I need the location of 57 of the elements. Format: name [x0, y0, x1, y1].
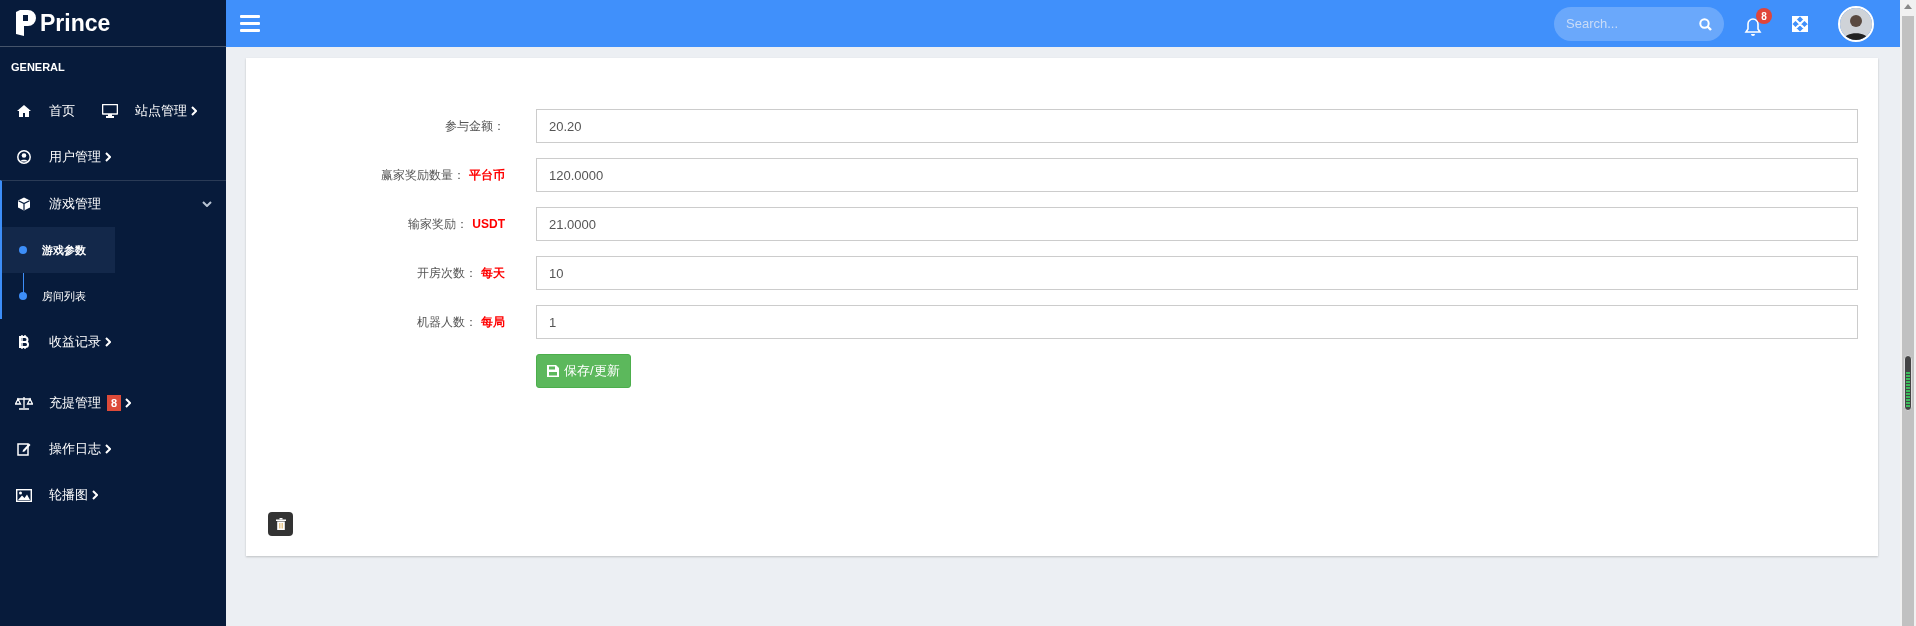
input-field[interactable]: 1 [536, 305, 1858, 339]
chevron-right-icon [105, 152, 111, 162]
chevron-right-icon [125, 398, 132, 408]
menu-icon [240, 15, 260, 32]
field-label: 机器人数： 每局 [417, 313, 505, 331]
chevron-right-icon [105, 444, 111, 454]
field-label: 参与金额： [445, 117, 505, 135]
bullet-icon [19, 246, 27, 254]
cube-icon [17, 197, 31, 211]
field-label: 输家奖励： USDT [408, 215, 505, 233]
input-field[interactable]: 120.0000 [536, 158, 1858, 192]
trash-icon [275, 518, 286, 530]
bell-icon [1744, 18, 1762, 37]
bullet-icon [19, 292, 27, 300]
sidebar-item[interactable]: 轮播图 [15, 486, 102, 504]
expand-icon [1792, 15, 1808, 32]
search-field[interactable]: Search... [1554, 6, 1724, 41]
monitor-icon [102, 104, 118, 118]
input-field[interactable]: 10 [536, 256, 1858, 290]
user-circle-icon [17, 150, 31, 164]
edit-icon [17, 442, 31, 456]
input-field[interactable]: 21.0000 [536, 207, 1858, 241]
image-icon [16, 488, 32, 502]
sidebar-item[interactable]: 游戏管理 [15, 195, 226, 213]
fullscreen-button[interactable] [1792, 15, 1808, 32]
scale-icon [15, 396, 33, 410]
sidebar-item[interactable]: 充提管理 8 [15, 394, 136, 412]
field-label: 开房次数： 每天 [417, 264, 505, 282]
field-label: 赢家奖励数量： 平台币 [381, 166, 505, 184]
logo-icon [16, 10, 36, 36]
delete-button[interactable] [268, 512, 293, 536]
notification-button[interactable]: 8 [1742, 8, 1772, 39]
scroll-up-icon[interactable] [1904, 4, 1912, 9]
sidebar-item[interactable]: 首页 [15, 102, 79, 120]
chevron-right-icon [92, 490, 98, 500]
sidebar-item[interactable]: 收益记录 [15, 333, 115, 351]
sidebar-item[interactable]: 操作日志 [15, 440, 115, 458]
save-icon [547, 365, 559, 377]
sidebar-item[interactable]: 站点管理 [101, 102, 201, 120]
scrollbar-thumb[interactable] [1902, 16, 1914, 626]
bitcoin-icon [19, 335, 29, 349]
meter-widget [1904, 355, 1912, 411]
avatar[interactable] [1838, 5, 1874, 42]
submenu-item[interactable]: 游戏参数 [2, 227, 115, 273]
brand-name: Prince [40, 9, 111, 37]
chevron-right-icon [191, 106, 197, 116]
submenu-item[interactable]: 房间列表 [2, 273, 115, 319]
count-badge: 8 [107, 395, 122, 411]
chevron-right-icon [105, 337, 111, 347]
home-icon [17, 105, 31, 117]
notification-badge: 8 [1756, 8, 1772, 24]
chevron-down-icon [202, 201, 212, 207]
sidebar-item[interactable]: 用户管理 [15, 148, 115, 166]
input-field[interactable]: 20.20 [536, 109, 1858, 143]
search-icon [1699, 17, 1712, 31]
menu-button[interactable] [240, 15, 260, 32]
section-heading: GENERAL [10, 60, 66, 75]
